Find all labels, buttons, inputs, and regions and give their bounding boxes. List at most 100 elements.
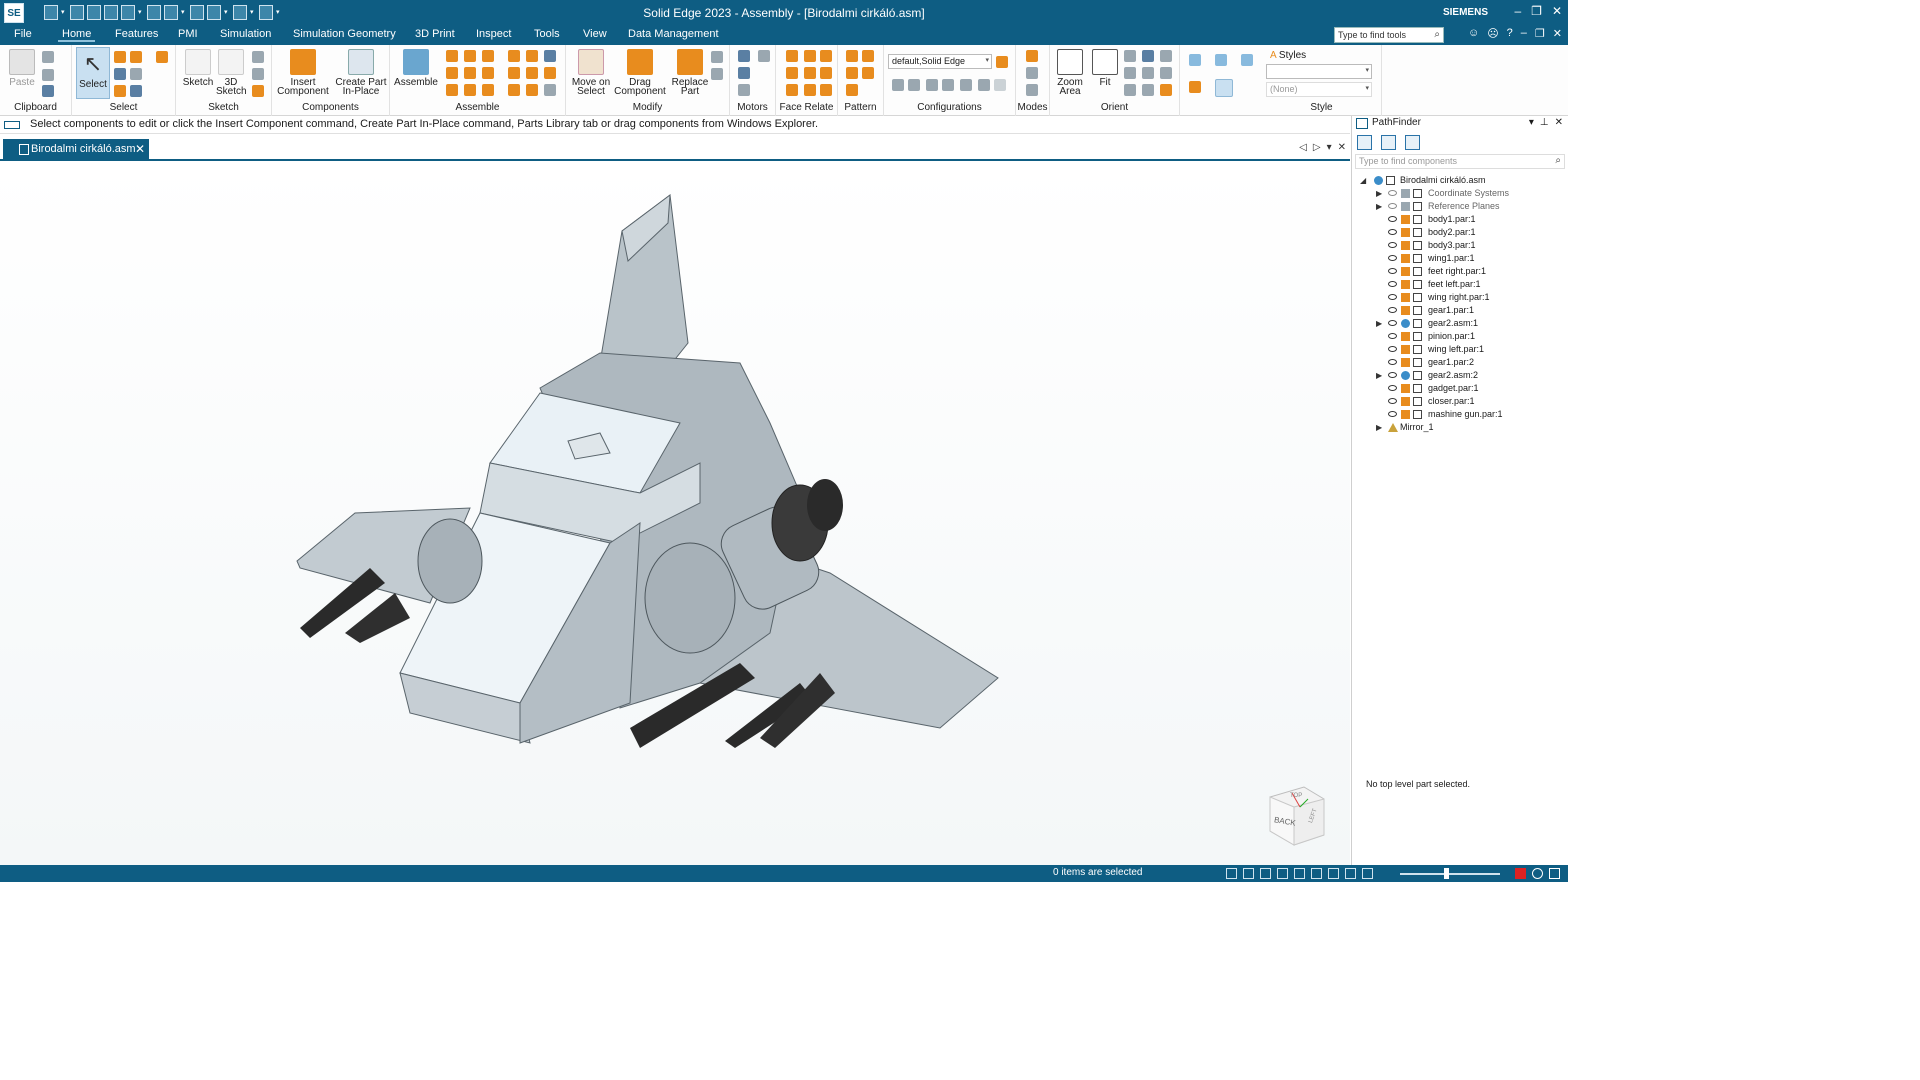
- tab-simulation-geometry[interactable]: Simulation Geometry: [289, 28, 400, 40]
- view-tool-1-icon[interactable]: [1160, 50, 1172, 62]
- status-view-7-icon[interactable]: [1328, 868, 1339, 879]
- sketch-tool-1-icon[interactable]: [252, 51, 264, 63]
- tab-list-icon[interactable]: ▾: [1327, 142, 1332, 153]
- panel-options-icon[interactable]: ▾: [1529, 117, 1534, 128]
- tab-home[interactable]: Home: [58, 28, 96, 42]
- visibility-eye-icon[interactable]: [1388, 281, 1397, 287]
- select-tool-1-icon[interactable]: [114, 51, 126, 63]
- expand-icon[interactable]: ▶: [1376, 421, 1382, 434]
- tab-file[interactable]: File: [10, 28, 36, 40]
- tab-prev-icon[interactable]: ◁: [1299, 142, 1307, 153]
- simulate-motor-icon[interactable]: [758, 50, 770, 62]
- motor-icon[interactable]: [738, 50, 750, 62]
- undo-icon[interactable]: [207, 5, 221, 20]
- display-config-3-icon[interactable]: [926, 79, 938, 91]
- select-button[interactable]: ↖ Select: [76, 47, 110, 99]
- redo-icon[interactable]: [233, 5, 247, 20]
- tab-data-management[interactable]: Data Management: [624, 28, 723, 40]
- repeat-icon[interactable]: [259, 5, 273, 20]
- model-engine-left[interactable]: [417, 518, 483, 604]
- pathfinder-tree-icon[interactable]: [1357, 135, 1372, 150]
- modify-tool-1-icon[interactable]: [711, 51, 723, 63]
- view-tool-4-icon[interactable]: [1142, 84, 1154, 96]
- format-painter-icon[interactable]: [42, 85, 54, 97]
- modify-tool-2-icon[interactable]: [711, 68, 723, 80]
- pin-icon[interactable]: ⊥: [1540, 117, 1549, 128]
- status-rotate-icon[interactable]: [1294, 868, 1305, 879]
- component-search-input[interactable]: Type to find components ⌕: [1355, 154, 1565, 169]
- save-icon[interactable]: [104, 5, 118, 20]
- doc-close-icon[interactable]: ✕: [1553, 27, 1562, 40]
- config-save-icon[interactable]: [996, 56, 1008, 68]
- view-tool-5-icon[interactable]: [1160, 84, 1172, 96]
- tangent-icon[interactable]: [482, 67, 494, 79]
- restore-icon[interactable]: ❐: [1531, 4, 1542, 18]
- view-wire-3-icon[interactable]: [1241, 54, 1253, 66]
- cam-icon[interactable]: [526, 67, 538, 79]
- face-tool-2-icon[interactable]: [804, 50, 816, 62]
- select-tool-3-icon[interactable]: [156, 51, 168, 63]
- sketch-tool-2-icon[interactable]: [252, 68, 264, 80]
- view-wire-2-icon[interactable]: [1215, 54, 1227, 66]
- tab-tools[interactable]: Tools: [530, 28, 564, 40]
- styles-button[interactable]: A Styles: [1270, 50, 1306, 61]
- status-view-9-icon[interactable]: [1362, 868, 1373, 879]
- select-tool-5-icon[interactable]: [130, 68, 142, 80]
- create-part-in-place-button[interactable]: Create Part In-Place: [334, 49, 388, 97]
- collapse-icon[interactable]: ◢: [1360, 174, 1366, 187]
- visibility-eye-icon[interactable]: [1388, 385, 1397, 391]
- shaded-edges-icon[interactable]: [1215, 79, 1233, 97]
- configuration-dropdown[interactable]: default,Solid Edge ▾: [888, 54, 992, 69]
- search-file-icon[interactable]: [87, 5, 101, 20]
- tab-view[interactable]: View: [579, 28, 611, 40]
- status-pan-icon[interactable]: [1277, 868, 1288, 879]
- mode-2-icon[interactable]: [1026, 67, 1038, 79]
- display-config-2-icon[interactable]: [908, 79, 920, 91]
- select-tool-6-icon[interactable]: [114, 85, 126, 97]
- visibility-eye-icon[interactable]: [1388, 307, 1397, 313]
- spin-icon[interactable]: [1142, 67, 1154, 79]
- gear-rel-icon[interactable]: [508, 67, 520, 79]
- select-tool-4-icon[interactable]: [114, 68, 126, 80]
- sketch-button[interactable]: Sketch: [180, 49, 216, 88]
- face-tool-4-icon[interactable]: [786, 67, 798, 79]
- face-tool-7-icon[interactable]: [786, 84, 798, 96]
- visibility-eye-icon[interactable]: [1388, 255, 1397, 261]
- view-tool-3-icon[interactable]: [1124, 84, 1136, 96]
- smile-feedback-icon[interactable]: ☺: [1468, 27, 1479, 40]
- expand-icon[interactable]: ▶: [1376, 200, 1382, 213]
- visibility-eye-icon[interactable]: [1388, 320, 1397, 326]
- new-file-icon[interactable]: [44, 5, 58, 20]
- view-cube-top-face[interactable]: TOP: [1290, 793, 1302, 799]
- save-all-icon[interactable]: [121, 5, 135, 20]
- replace-part-button[interactable]: Replace Part: [668, 49, 712, 97]
- mirror-icon[interactable]: [846, 67, 858, 79]
- display-config-4-icon[interactable]: [942, 79, 954, 91]
- print-icon[interactable]: [147, 5, 161, 20]
- tab-features[interactable]: Features: [111, 28, 162, 40]
- cut-icon[interactable]: [42, 51, 54, 63]
- connect-icon[interactable]: [464, 67, 476, 79]
- path-icon[interactable]: [464, 84, 476, 96]
- zoom-area-button[interactable]: Zoom Area: [1054, 49, 1086, 97]
- face-tool-9-icon[interactable]: [820, 84, 832, 96]
- view-tool-2-icon[interactable]: [1160, 67, 1172, 79]
- view-cube[interactable]: BACK LEFT TOP: [1268, 785, 1326, 847]
- visibility-eye-icon[interactable]: [1388, 411, 1397, 417]
- assemble-button[interactable]: Assemble: [394, 49, 438, 88]
- duplicate-icon[interactable]: [862, 67, 874, 79]
- expand-icon[interactable]: ▶: [1376, 317, 1382, 330]
- tab-next-icon[interactable]: ▷: [1313, 142, 1321, 153]
- linear-motor-icon[interactable]: [738, 67, 750, 79]
- pattern-tool-icon[interactable]: [846, 84, 858, 96]
- copy-icon[interactable]: [42, 69, 54, 81]
- match-cs-icon[interactable]: [544, 67, 556, 79]
- model-engine-right-front[interactable]: [644, 542, 736, 654]
- doc-minimize-icon[interactable]: –: [1521, 27, 1527, 40]
- mode-1-icon[interactable]: [1026, 50, 1038, 62]
- pattern-icon[interactable]: [846, 50, 858, 62]
- expand-icon[interactable]: ▶: [1376, 369, 1382, 382]
- tab-3d-print[interactable]: 3D Print: [411, 28, 459, 40]
- pattern-along-curve-icon[interactable]: [862, 50, 874, 62]
- expand-icon[interactable]: ▶: [1376, 187, 1382, 200]
